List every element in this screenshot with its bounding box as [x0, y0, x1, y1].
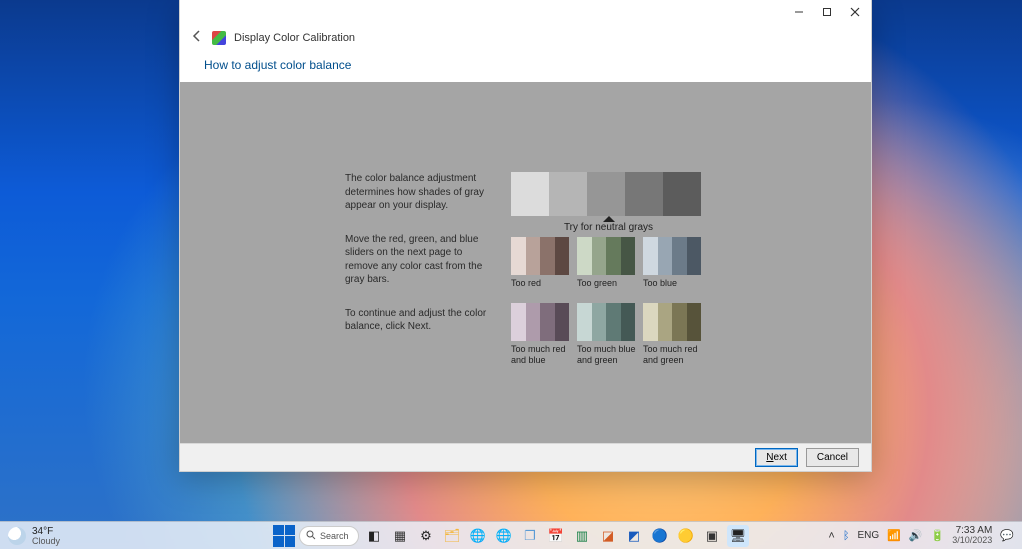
settings-icon[interactable]: ⚙ — [415, 525, 437, 547]
system-tray: ˄ ᛒ ENG 📶 🔊 🔋 7:33 AM 3/10/2023 💬 — [820, 526, 1022, 545]
swatch-too-red-blue — [511, 303, 569, 341]
swatch-too-red-green — [643, 303, 701, 341]
edge-dev-icon[interactable]: 🌐 — [493, 525, 515, 547]
tray-chevron-up-icon[interactable]: ˄ — [828, 530, 834, 542]
back-arrow-icon[interactable] — [190, 29, 204, 46]
excel-icon[interactable]: ▥ — [571, 525, 593, 547]
search-label: Search — [320, 531, 349, 541]
network-icon[interactable]: 📶 — [887, 529, 901, 542]
app-header: Display Color Calibration — [180, 24, 871, 52]
cast-too-blue: Too blue — [643, 237, 703, 289]
search-icon — [306, 530, 316, 542]
chrome-icon[interactable]: 🔵 — [649, 525, 671, 547]
neutral-gray-strip — [511, 172, 701, 216]
color-calibration-taskbar-icon[interactable]: 🖥 — [727, 525, 749, 547]
swatch-too-blue — [643, 237, 701, 275]
cast-too-red: Too red — [511, 237, 571, 289]
notifications-icon[interactable]: 💬 — [1000, 529, 1014, 542]
weather-widget[interactable]: 34°F Cloudy — [0, 526, 68, 546]
editor-icon[interactable]: ◪ — [597, 525, 619, 547]
widgets-icon[interactable]: ▦ — [389, 525, 411, 547]
app-icon — [212, 31, 226, 45]
color-cast-grid: Too red Too green Too blue Too much red … — [511, 237, 706, 365]
cast-too-red-blue: Too much red and blue — [511, 303, 571, 366]
weather-desc: Cloudy — [32, 537, 60, 546]
swatch-too-blue-green — [577, 303, 635, 341]
cast-label: Too much red and blue — [511, 344, 571, 366]
chrome-canary-icon[interactable]: 🟡 — [675, 525, 697, 547]
cast-label: Too much red and green — [643, 344, 703, 366]
dialog-footer: Next Cancel — [180, 443, 871, 471]
next-button-rest: ext — [774, 452, 787, 463]
taskbar-center: Search ◧ ▦ ⚙ 🗂 🌐 🌐 ❐ 📅 ▥ ◪ ◩ 🔵 🟡 ▣ 🖥 — [273, 525, 749, 547]
maximize-button[interactable] — [813, 0, 841, 24]
cast-label: Too much blue and green — [577, 344, 637, 366]
taskbar: 34°F Cloudy Search ◧ ▦ ⚙ 🗂 🌐 🌐 ❐ 📅 ▥ ◪ ◩… — [0, 521, 1022, 549]
app-name: Display Color Calibration — [234, 32, 355, 44]
clock-date: 3/10/2023 — [952, 536, 992, 545]
cancel-button[interactable]: Cancel — [806, 448, 859, 467]
battery-icon[interactable]: 🔋 — [931, 529, 945, 542]
edge-icon[interactable]: 🌐 — [467, 525, 489, 547]
neutral-grays-label: Try for neutral grays — [511, 222, 706, 233]
cast-label: Too blue — [643, 278, 703, 289]
cast-too-green: Too green — [577, 237, 637, 289]
taskbar-search[interactable]: Search — [299, 526, 359, 546]
close-button[interactable] — [841, 0, 869, 24]
cast-too-red-green: Too much red and green — [643, 303, 703, 366]
instruction-text: The color balance adjustment determines … — [345, 172, 495, 365]
taskbar-clock[interactable]: 7:33 AM 3/10/2023 — [952, 526, 992, 545]
minimize-button[interactable] — [785, 0, 813, 24]
bluetooth-icon[interactable]: ᛒ — [843, 530, 850, 542]
weather-icon — [8, 527, 26, 545]
task-view-icon[interactable]: ◧ — [363, 525, 385, 547]
copy-icon[interactable]: ❐ — [519, 525, 541, 547]
cast-label: Too green — [577, 278, 637, 289]
swatch-too-red — [511, 237, 569, 275]
calendar-icon[interactable]: 📅 — [545, 525, 567, 547]
instruction-para-2: Move the red, green, and blue sliders on… — [345, 233, 495, 287]
language-indicator[interactable]: ENG — [857, 530, 879, 541]
file-explorer-icon[interactable]: 🗂 — [441, 525, 463, 547]
terminal-icon[interactable]: ▣ — [701, 525, 723, 547]
instruction-para-1: The color balance adjustment determines … — [345, 172, 495, 213]
weather-temp: 34°F — [32, 526, 53, 537]
cast-too-blue-green: Too much blue and green — [577, 303, 637, 366]
display-color-calibration-window: Display Color Calibration How to adjust … — [179, 0, 872, 472]
next-button[interactable]: Next — [755, 448, 798, 467]
swatch-too-green — [577, 237, 635, 275]
samples-pane: Try for neutral grays Too red Too green … — [511, 172, 706, 365]
body-area: The color balance adjustment determines … — [180, 82, 871, 443]
word-icon[interactable]: ◩ — [623, 525, 645, 547]
page-subheading: How to adjust color balance — [180, 52, 871, 82]
volume-icon[interactable]: 🔊 — [909, 529, 923, 542]
instruction-para-3: To continue and adjust the color balance… — [345, 307, 495, 334]
window-titlebar — [180, 0, 871, 24]
cast-label: Too red — [511, 278, 571, 289]
start-button[interactable] — [273, 525, 295, 547]
